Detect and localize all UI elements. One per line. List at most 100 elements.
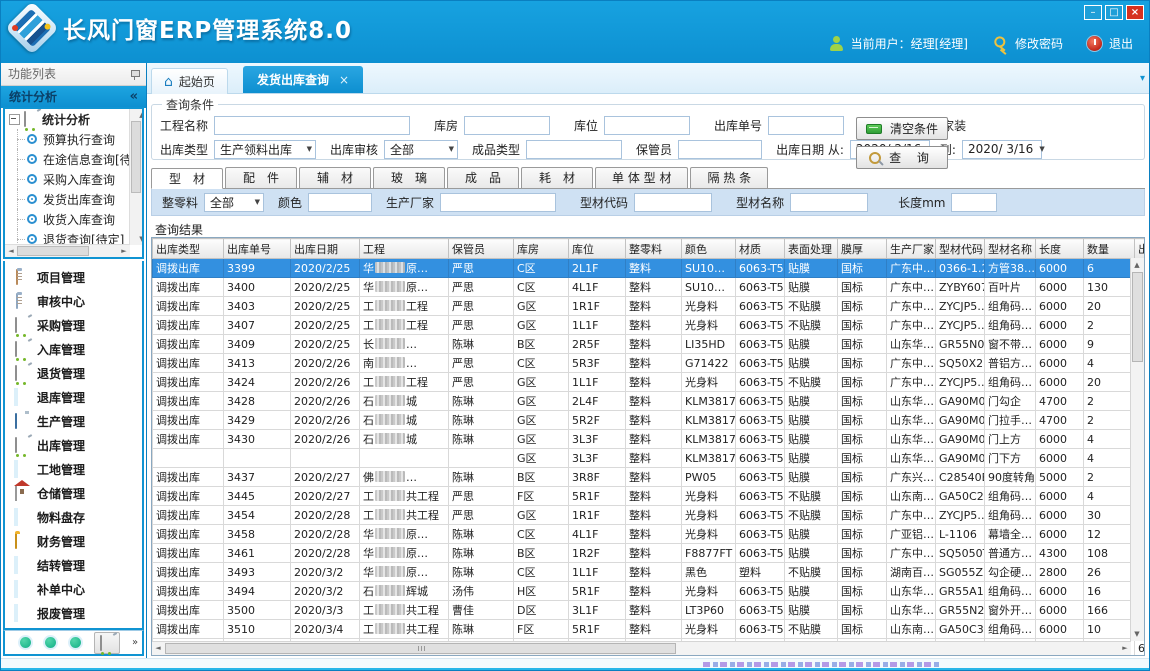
sidebar-item[interactable]: 工地管理 — [5, 457, 142, 481]
table-row[interactable]: 调拨出库34072020/2/25工工程严思G区1L1F整料光身料6063-T5… — [153, 316, 1146, 335]
table-row[interactable]: 调拨出库34002020/2/25华原…严思C区4L1F整料SU10…6063-… — [153, 278, 1146, 297]
table-row[interactable]: 调拨出库34302020/2/26石城陈琳G区3L3F整料KLM38176063… — [153, 430, 1146, 449]
change-password-link[interactable]: 修改密码 — [1015, 35, 1063, 52]
whole-part-select[interactable]: 全部 — [204, 193, 264, 212]
column-header[interactable]: 材质 — [736, 239, 785, 259]
column-header[interactable]: 数量 — [1084, 239, 1135, 259]
tree-vertical-scrollbar[interactable]: ▲ ▼ — [129, 109, 142, 245]
table-row[interactable]: 调拨出库33992020/2/25华原…严思C区2L1F整料SU10…6063-… — [153, 259, 1146, 278]
grid-vertical-scrollbar[interactable]: ▲ ▼ — [1130, 258, 1144, 641]
column-header[interactable]: 型材名称 — [985, 239, 1036, 259]
table-row[interactable]: 调拨出库35102020/3/4工共工程陈琳F区5R1F整料光身料6063-T5… — [153, 620, 1146, 639]
logout-link[interactable]: 退出 — [1109, 35, 1133, 52]
column-header[interactable]: 出库日期 — [291, 239, 360, 259]
table-row[interactable]: 调拨出库34542020/2/28工共工程严思G区1R1F整料光身料6063-T… — [153, 506, 1146, 525]
sidebar-item[interactable]: 退货管理 — [5, 361, 142, 385]
table-row[interactable]: 调拨出库34032020/2/25工工程严思G区1R1F整料光身料6063-T5… — [153, 297, 1146, 316]
pin-icon[interactable] — [130, 70, 139, 79]
close-icon[interactable]: × — [339, 73, 349, 87]
keeper-input[interactable] — [678, 140, 762, 159]
module-dot-icon[interactable] — [20, 637, 31, 648]
table-row[interactable]: 调拨出库34582020/2/28华原…陈琳C区4L1F整料光身料6063-T5… — [153, 525, 1146, 544]
maximize-button[interactable]: □ — [1105, 5, 1123, 20]
out-type-select[interactable]: 生产领料出库 — [214, 140, 316, 159]
scroll-right-icon[interactable]: ► — [1119, 642, 1131, 654]
sidebar-item[interactable]: 仓储管理 — [5, 481, 142, 505]
material-tab[interactable]: 成 品 — [447, 167, 519, 188]
search-button[interactable]: 查 询 — [856, 146, 948, 169]
table-row[interactable]: 调拨出库35002020/3/3工共工程曹佳D区3L1F整料LT3P606063… — [153, 601, 1146, 620]
chevron-double-right-icon[interactable]: » — [132, 638, 138, 647]
date-to-select[interactable]: 2020/ 3/16 — [962, 140, 1042, 159]
sidebar-item[interactable]: 审核中心 — [5, 289, 142, 313]
table-row[interactable]: 调拨出库34452020/2/27工共工程严思F区5R1F整料光身料6063-T… — [153, 487, 1146, 506]
material-tab[interactable]: 耗 材 — [521, 167, 593, 188]
project-name-input[interactable] — [214, 116, 410, 135]
column-header[interactable]: 表面处理 — [785, 239, 838, 259]
column-header[interactable]: 工程 — [360, 239, 449, 259]
table-row[interactable]: 调拨出库34932020/3/2华原…陈琳C区1L1F整料黑色塑料不贴膜国标湖南… — [153, 563, 1146, 582]
tree-item[interactable]: 发货出库查询 — [5, 189, 130, 209]
material-tab[interactable]: 隔 热 条 — [690, 167, 768, 188]
minimize-button[interactable]: – — [1084, 5, 1102, 20]
table-row[interactable]: 调拨出库34292020/2/26石城陈琳G区5R2F整料KLM38176063… — [153, 411, 1146, 430]
table-row[interactable]: 调拨出库34242020/2/26工工程严思G区1L1F整料光身料6063-T5… — [153, 373, 1146, 392]
profile-name-input[interactable] — [790, 193, 868, 212]
product-type-input[interactable] — [526, 140, 622, 159]
tree-item[interactable]: 退货查询[待定] — [5, 229, 130, 245]
tree-root[interactable]: 统计分析 — [5, 109, 130, 129]
tree-item[interactable]: 收货入库查询 — [5, 209, 130, 229]
audit-select[interactable]: 全部 — [384, 140, 458, 159]
table-row[interactable]: G区3L3F整料KLM38176063-T5贴膜国标山东华…GA90M09.门下… — [153, 449, 1146, 468]
scroll-thumb[interactable] — [165, 643, 676, 654]
table-row[interactable]: 调拨出库34132020/2/26南…严思C区5R3F整料G714226063-… — [153, 354, 1146, 373]
material-tab[interactable]: 辅 材 — [299, 167, 371, 188]
profile-code-input[interactable] — [634, 193, 712, 212]
column-header[interactable]: 整零料 — [626, 239, 682, 259]
column-header[interactable]: 库位 — [569, 239, 626, 259]
sidebar-item[interactable]: 物料盘存 — [5, 505, 142, 529]
grid-horizontal-scrollbar[interactable]: ◄ ► — [152, 641, 1131, 655]
sidebar-item[interactable]: 采购管理 — [5, 313, 142, 337]
sidebar-item[interactable]: 报废管理 — [5, 601, 142, 625]
sidebar-item[interactable]: 结转管理 — [5, 553, 142, 577]
sidebar-group-header[interactable]: 统计分析 « — [1, 86, 146, 108]
column-header[interactable]: 出库类型 — [153, 239, 224, 259]
table-row[interactable]: 调拨出库34282020/2/26石城陈琳G区2L4F整料KLM38176063… — [153, 392, 1146, 411]
module-dot-icon[interactable] — [45, 637, 56, 648]
material-tab[interactable]: 玻 璃 — [373, 167, 445, 188]
sidebar-item[interactable]: 财务管理 — [5, 529, 142, 553]
sidebar-item[interactable]: 出库管理 — [5, 433, 142, 457]
sidebar-item[interactable]: 项目管理 — [5, 265, 142, 289]
column-header[interactable]: 生产厂家 — [887, 239, 936, 259]
column-header[interactable]: 颜色 — [682, 239, 736, 259]
column-header[interactable]: 出库长度 — [1135, 239, 1146, 259]
sidebar-item[interactable]: 生产管理 — [5, 409, 142, 433]
sidebar-item[interactable]: 退库管理 — [5, 385, 142, 409]
maker-input[interactable] — [440, 193, 556, 212]
collapse-box-icon[interactable] — [9, 114, 20, 125]
scroll-down-icon[interactable]: ▼ — [1131, 628, 1143, 640]
scroll-up-icon[interactable]: ▲ — [1131, 259, 1143, 271]
material-tab[interactable]: 型 材 — [151, 168, 223, 189]
location-input[interactable] — [604, 116, 690, 135]
scroll-thumb[interactable] — [17, 246, 89, 256]
material-tab[interactable]: 单 体 型 材 — [595, 167, 688, 188]
scroll-down-icon[interactable]: ▼ — [136, 233, 144, 245]
tree-item[interactable]: 在途信息查询[待 — [5, 149, 130, 169]
order-no-input[interactable] — [768, 116, 844, 135]
table-row[interactable]: 调拨出库34092020/2/25长…陈琳B区2R5F整料LI35HD6063-… — [153, 335, 1146, 354]
column-header[interactable]: 出库单号 — [224, 239, 291, 259]
tree-horizontal-scrollbar[interactable]: ◄ ► — [5, 244, 130, 257]
column-header[interactable]: 型材代码 — [936, 239, 985, 259]
column-header[interactable]: 膜厚 — [838, 239, 887, 259]
column-header[interactable]: 长度 — [1036, 239, 1084, 259]
scroll-thumb[interactable] — [131, 121, 141, 193]
collapse-icon[interactable]: « — [130, 86, 138, 108]
tab-home[interactable]: ⌂ 起始页 — [151, 68, 228, 94]
column-header[interactable]: 保管员 — [449, 239, 514, 259]
table-row[interactable]: 调拨出库34612020/2/28华原…陈琳B区1R2F整料F8877FT606… — [153, 544, 1146, 563]
clear-conditions-button[interactable]: 清空条件 — [856, 117, 948, 140]
sidebar-item[interactable]: 入库管理 — [5, 337, 142, 361]
module-cart-button[interactable] — [94, 632, 120, 654]
